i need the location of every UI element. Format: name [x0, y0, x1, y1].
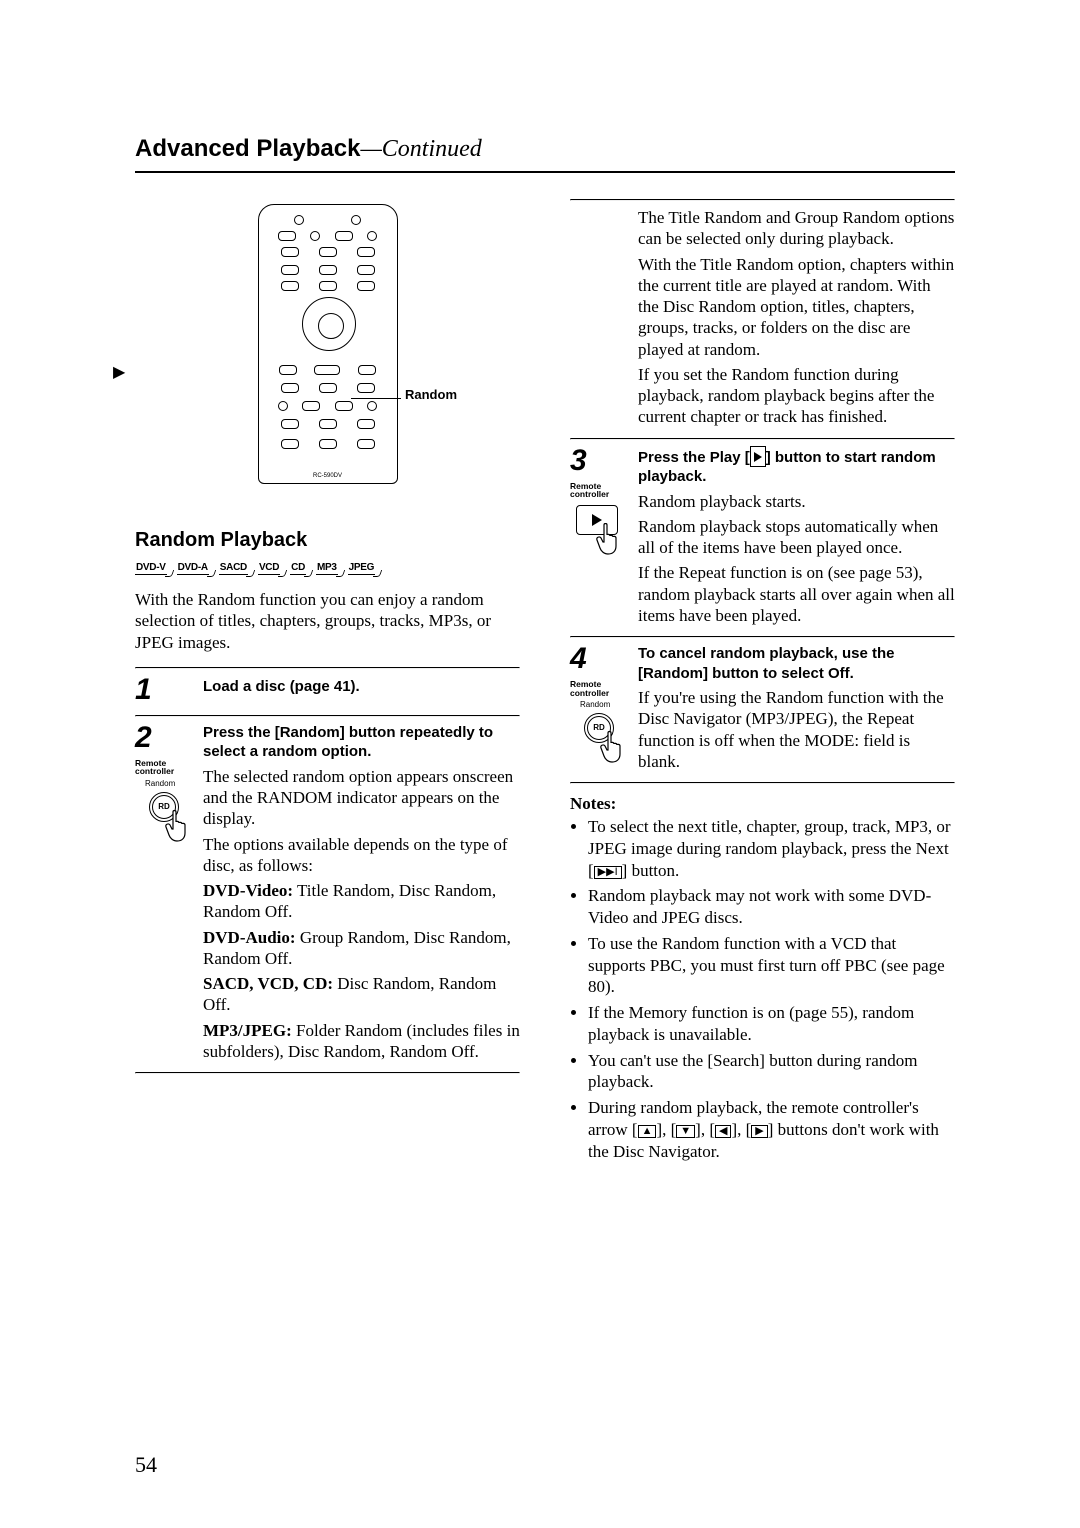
right-arrow-icon: ▶ [751, 1125, 767, 1138]
note-item: To use the Random function with a VCD th… [588, 933, 955, 998]
option-line: DVD-Video: Title Random, Disc Random, Ra… [203, 880, 520, 923]
step-text: The Title Random and Group Random option… [638, 207, 955, 250]
step-number: 2 Remote controller Random RD [135, 723, 191, 1062]
remote-model-label: RC-590DV [259, 473, 397, 479]
step-4: 4 Remote controller Random RD To cancel … [570, 638, 955, 782]
step-subcaption: Remote controller [570, 680, 626, 697]
header-suffix: —Continued [360, 136, 481, 162]
step-number: 3 Remote controller [570, 446, 626, 627]
step-text: With the Title Random option, chapters w… [638, 254, 955, 360]
disc-icon: MP3 [316, 562, 338, 575]
left-arrow-icon: ◀ [715, 1125, 731, 1138]
option-line: SACD, VCD, CD: Disc Random, Random Off. [203, 973, 520, 1016]
disc-icon: CD [290, 562, 306, 575]
page: Advanced Playback—Continued ▶ [0, 0, 1080, 1528]
step-number: 1 [135, 675, 191, 705]
next-icon: ▶▶I [594, 866, 622, 879]
hand-icon [600, 731, 628, 763]
step-2: 2 Remote controller Random RD Press the … [135, 717, 520, 1072]
option-line: MP3/JPEG: Folder Random (includes files … [203, 1020, 520, 1063]
up-arrow-icon: ▲ [638, 1125, 657, 1138]
disc-icon: JPEG [348, 562, 375, 575]
step-lead: Load a disc (page 41). [203, 678, 360, 695]
disc-type-icons: DVD-V DVD-A SACD VCD CD MP3 JPEG [135, 562, 520, 575]
step-text: If you're using the Random function with… [638, 687, 955, 772]
step-text: The options available depends on the typ… [203, 834, 520, 877]
hand-icon [596, 523, 624, 555]
step-lead: Press the [Random] button repeatedly to … [203, 723, 520, 762]
button-label: Random [145, 780, 175, 788]
note-item: If the Memory function is on (page 55), … [588, 1002, 955, 1046]
play-button-illustration [574, 503, 624, 565]
button-label: Random [580, 701, 610, 709]
section-title: Random Playback [135, 529, 520, 552]
step-text: Random playback starts. [638, 491, 955, 512]
step-1: 1 Load a disc (page 41). [135, 669, 520, 715]
disc-icon: SACD [219, 562, 248, 575]
step-2-continued: The Title Random and Group Random option… [570, 201, 955, 438]
note-item: Random playback may not work with some D… [588, 885, 955, 929]
notes-list: To select the next title, chapter, group… [570, 816, 955, 1162]
page-header: Advanced Playback—Continued [135, 135, 955, 173]
hand-icon [165, 810, 193, 842]
step-lead: To cancel random playback, use the [Rand… [638, 644, 955, 683]
play-arrow-icon: ▶ [113, 362, 125, 382]
step-subcaption: Remote controller [135, 759, 191, 776]
step-lead: Press the Play [] button to start random… [638, 446, 955, 487]
note-item: To select the next title, chapter, group… [588, 816, 955, 881]
disc-icon: DVD-A [177, 562, 209, 575]
note-item: You can't use the [Search] button during… [588, 1050, 955, 1094]
step-text: If you set the Random function during pl… [638, 364, 955, 428]
step-number: 4 Remote controller Random RD [570, 644, 626, 772]
option-line: DVD-Audio: Group Random, Disc Random, Ra… [203, 927, 520, 970]
random-button-illustration: Random RD [576, 703, 622, 763]
page-number: 54 [135, 1452, 157, 1478]
random-button-illustration: Random RD [141, 782, 187, 842]
step-3: 3 Remote controller Press the Play [] bu… [570, 440, 955, 637]
disc-icon: DVD-V [135, 562, 167, 575]
notes-heading: Notes: [570, 794, 955, 814]
disc-icon: VCD [258, 562, 280, 575]
header-title: Advanced Playback [135, 135, 360, 162]
remote-diagram: RC-590DV [258, 204, 398, 484]
play-icon [750, 446, 766, 468]
random-callout-label: Random [405, 387, 457, 402]
step-text: Random playback stops automatically when… [638, 516, 955, 559]
note-item: During random playback, the remote contr… [588, 1097, 955, 1162]
down-arrow-icon: ▼ [676, 1125, 695, 1138]
step-text: The selected random option appears onscr… [203, 766, 520, 830]
step-text: If the Repeat function is on (see page 5… [638, 562, 955, 626]
step-subcaption: Remote controller [570, 482, 626, 499]
remote-figure: ▶ RC-590DV Random [135, 199, 520, 489]
intro-text: With the Random function you can enjoy a… [135, 589, 520, 653]
